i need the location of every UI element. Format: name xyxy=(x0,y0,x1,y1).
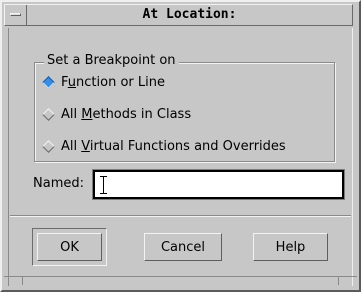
frame-edge xyxy=(8,28,9,286)
group-title: Set a Breakpoint on xyxy=(44,52,179,70)
radio-selected-icon xyxy=(42,75,55,89)
named-input[interactable] xyxy=(92,169,345,200)
text-cursor-icon xyxy=(100,176,108,194)
radio-all-virtual-functions[interactable]: All Virtual Functions and Overrides xyxy=(42,136,286,156)
button-separator xyxy=(10,215,351,217)
title-bar[interactable]: At Location: xyxy=(4,4,353,26)
radio-label: All Virtual Functions and Overrides xyxy=(61,138,286,154)
ok-button[interactable]: OK xyxy=(37,233,102,261)
radio-function-or-line[interactable]: Function or Line xyxy=(42,72,165,92)
named-label: Named: xyxy=(33,176,84,191)
window-menu-button[interactable] xyxy=(5,5,27,25)
frame-edge xyxy=(352,28,353,286)
cancel-button[interactable]: Cancel xyxy=(144,233,222,261)
radio-unselected-icon xyxy=(42,139,55,153)
window-menu-icon xyxy=(10,13,21,16)
resize-border[interactable] xyxy=(4,276,357,285)
window-title: At Location: xyxy=(142,7,237,22)
radio-label: All Methods in Class xyxy=(61,106,192,122)
help-button[interactable]: Help xyxy=(253,233,328,261)
radio-all-methods-in-class[interactable]: All Methods in Class xyxy=(42,104,191,124)
radio-unselected-icon xyxy=(42,107,55,121)
radio-label: Function or Line xyxy=(61,74,165,90)
